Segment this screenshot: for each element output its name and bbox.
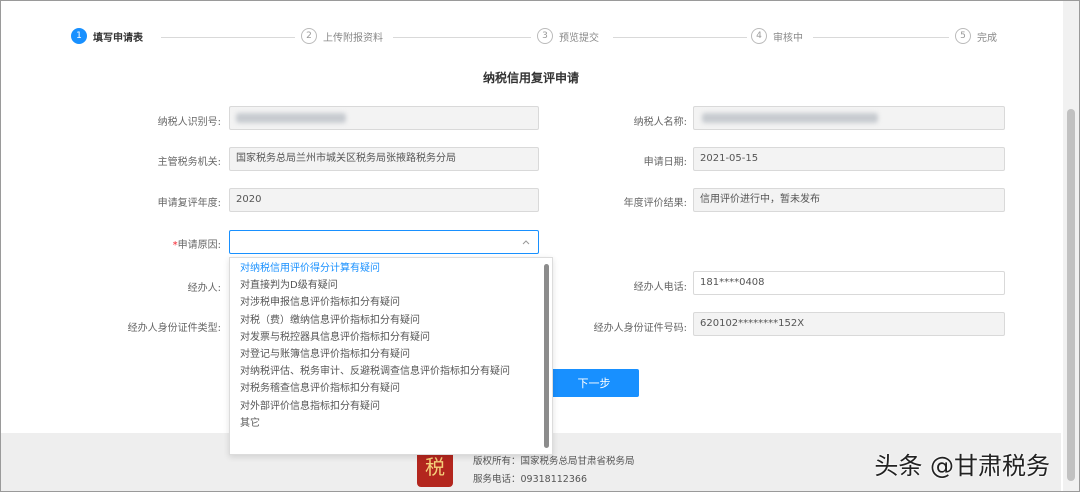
reason-label: *申请原因: bbox=[61, 236, 221, 251]
tax-authority-field: 国家税务总局兰州市城关区税务局张掖路税务分局 bbox=[229, 147, 539, 171]
step-3-label: 预览提交 bbox=[559, 32, 599, 44]
reason-label-text: 申请原因: bbox=[177, 240, 221, 251]
annual-result-label: 年度评价结果: bbox=[623, 198, 687, 209]
step-divider bbox=[393, 37, 531, 38]
taxpayer-id-label: 纳税人识别号: bbox=[157, 117, 221, 128]
step-1-number: 1 bbox=[71, 28, 87, 44]
step-1-label: 填写申请表 bbox=[93, 32, 143, 44]
handler-id-no-field[interactable]: 620102********152X bbox=[693, 312, 1005, 336]
step-5-number: 5 bbox=[955, 28, 971, 44]
logo-glyph: 税 bbox=[425, 455, 445, 479]
app-window: 1 填写申请表 2 上传附报资料 3 预览提交 4 审核中 5 完成 纳税信用复… bbox=[0, 0, 1080, 492]
step-4-number: 4 bbox=[751, 28, 767, 44]
reason-option[interactable]: 对税务稽查信息评价指标扣分有疑问 bbox=[230, 380, 552, 397]
copyright-text: 版权所有：国家税务总局甘肃省税务局 bbox=[473, 456, 635, 467]
step-divider bbox=[813, 37, 949, 38]
reason-option[interactable]: 对外部评价信息指标扣分有疑问 bbox=[230, 398, 552, 415]
reason-option[interactable]: 对涉税申报信息评价指标扣分有疑问 bbox=[230, 294, 552, 311]
taxpayer-name-field bbox=[693, 106, 1005, 130]
tax-authority-label: 主管税务机关: bbox=[157, 157, 221, 168]
reason-option[interactable]: 对直接判为D级有疑问 bbox=[230, 277, 552, 294]
reason-option[interactable]: 对登记与账簿信息评价指标扣分有疑问 bbox=[230, 346, 552, 363]
review-year-field: 2020 bbox=[229, 188, 539, 212]
step-2-label: 上传附报资料 bbox=[323, 32, 383, 44]
progress-steps: 1 填写申请表 2 上传附报资料 3 预览提交 4 审核中 5 完成 bbox=[1, 1, 1061, 71]
apply-date-field: 2021-05-15 bbox=[693, 147, 1005, 171]
reason-option[interactable]: 对纳税信用评价得分计算有疑问 bbox=[230, 260, 552, 277]
step-1: 1 填写申请表 bbox=[71, 28, 143, 44]
handler-label: 经办人: bbox=[187, 283, 221, 294]
step-2-number: 2 bbox=[301, 28, 317, 44]
reason-option[interactable]: 对纳税评估、税务审计、反避税调查信息评价指标扣分有疑问 bbox=[230, 363, 552, 380]
step-4: 4 审核中 bbox=[751, 28, 803, 44]
step-5: 5 完成 bbox=[955, 28, 997, 44]
dropdown-scrollbar[interactable] bbox=[544, 264, 549, 448]
handler-phone-field[interactable]: 181****0408 bbox=[693, 271, 1005, 295]
service-phone-text: 服务电话：09318112366 bbox=[473, 474, 587, 485]
reason-option[interactable]: 对发票与税控器具信息评价指标扣分有疑问 bbox=[230, 329, 552, 346]
page-scrollbar-thumb[interactable] bbox=[1067, 109, 1075, 481]
step-4-label: 审核中 bbox=[773, 32, 803, 44]
step-divider bbox=[161, 37, 295, 38]
step-5-label: 完成 bbox=[977, 32, 997, 44]
page-scrollbar[interactable] bbox=[1063, 1, 1079, 491]
step-2: 2 上传附报资料 bbox=[301, 28, 383, 44]
taxpayer-id-field bbox=[229, 106, 539, 130]
next-button[interactable]: 下一步 bbox=[549, 369, 639, 397]
handler-id-type-label: 经办人身份证件类型: bbox=[127, 323, 221, 334]
step-3-number: 3 bbox=[537, 28, 553, 44]
annual-result-field: 信用评价进行中，暂未发布 bbox=[693, 188, 1005, 212]
taxpayer-name-label: 纳税人名称: bbox=[633, 117, 687, 128]
reason-option[interactable]: 对税（费）缴纳信息评价指标扣分有疑问 bbox=[230, 312, 552, 329]
watermark: 头条 @甘肃税务 bbox=[874, 452, 1050, 480]
reason-option[interactable]: 其它 bbox=[230, 415, 552, 432]
form-title: 纳税信用复评申请 bbox=[482, 71, 579, 85]
step-3: 3 预览提交 bbox=[537, 28, 599, 44]
step-divider bbox=[613, 37, 747, 38]
reason-dropdown: 对纳税信用评价得分计算有疑问 对直接判为D级有疑问 对涉税申报信息评价指标扣分有… bbox=[229, 257, 553, 455]
reason-select[interactable] bbox=[229, 230, 539, 254]
chevron-up-icon[interactable] bbox=[522, 231, 530, 253]
review-year-label: 申请复评年度: bbox=[157, 198, 221, 209]
apply-date-label: 申请日期: bbox=[643, 157, 687, 168]
